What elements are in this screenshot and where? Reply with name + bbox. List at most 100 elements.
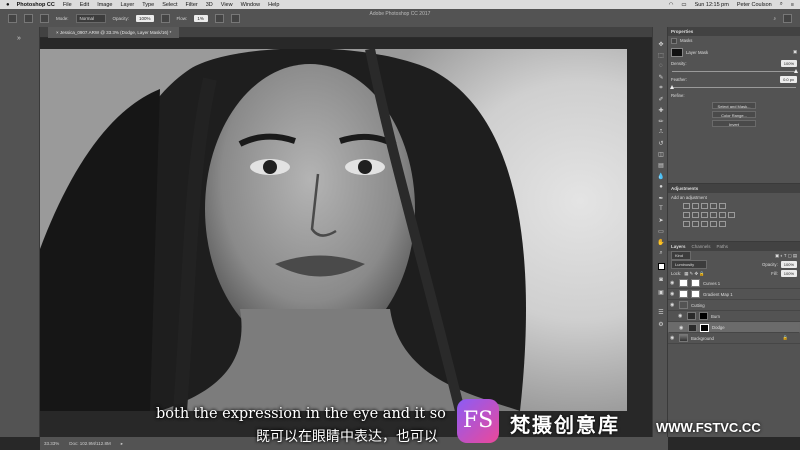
foreground-color-swatch[interactable]: [656, 263, 666, 271]
posterize-icon[interactable]: [692, 221, 699, 227]
move-tool-icon[interactable]: ✥: [656, 41, 666, 49]
menu-layer[interactable]: Layer: [120, 2, 134, 8]
notifications-icon[interactable]: ≡: [791, 2, 794, 8]
adjustments-tab[interactable]: Adjustments: [668, 184, 800, 193]
menu-type[interactable]: Type: [142, 2, 154, 8]
clock[interactable]: Sun 12:15 pm: [695, 2, 729, 8]
fill-field[interactable]: 100%: [780, 270, 797, 277]
wifi-icon[interactable]: ◠: [669, 2, 674, 8]
brush-tool-icon[interactable]: ✏: [656, 118, 666, 126]
menu-window[interactable]: Window: [241, 2, 261, 8]
vibrance-icon[interactable]: [719, 203, 726, 209]
visibility-eye-icon[interactable]: ◉: [670, 280, 676, 286]
flow-field[interactable]: 1%: [194, 14, 209, 22]
density-field[interactable]: 100%: [780, 60, 797, 67]
blend-mode-select[interactable]: Luminosity: [671, 260, 707, 269]
visibility-eye-icon[interactable]: ◉: [678, 313, 684, 319]
hand-tool-icon[interactable]: ✋: [656, 239, 666, 247]
layer-row-cutting[interactable]: ◉ Cutting: [668, 300, 800, 311]
layer-mask-thumb[interactable]: [691, 279, 700, 287]
pen-tool-icon[interactable]: ✒: [656, 195, 666, 203]
opacity-field[interactable]: 100%: [136, 14, 154, 22]
layer-opacity-field[interactable]: 100%: [780, 261, 797, 268]
lock-icons[interactable]: ▦ ✎ ✥ 🔒: [684, 271, 704, 277]
invert-button[interactable]: Invert: [712, 120, 756, 127]
gradient-tool-icon[interactable]: ▤: [656, 162, 666, 170]
color-range-button[interactable]: Color Range...: [712, 111, 756, 118]
quick-mask-icon[interactable]: ◙: [656, 277, 666, 285]
dodge-tool-preset-icon[interactable]: [8, 13, 17, 23]
pressure-opacity-icon[interactable]: [160, 13, 170, 23]
brush-panel-icon[interactable]: [40, 13, 49, 23]
threshold-icon[interactable]: [701, 221, 708, 227]
menu-help[interactable]: Help: [268, 2, 279, 8]
layer-mask-thumb[interactable]: [699, 312, 708, 320]
screen-mode-icon[interactable]: ▣: [656, 289, 666, 297]
doc-info[interactable]: Doc: 102.9M/112.8M: [69, 441, 110, 446]
menu-3d[interactable]: 3D: [206, 2, 213, 8]
spotlight-icon[interactable]: ⌕: [780, 1, 783, 8]
shape-tool-icon[interactable]: ▭: [656, 228, 666, 236]
visibility-eye-icon[interactable]: ◉: [679, 325, 685, 331]
exposure-icon[interactable]: [710, 203, 717, 209]
layer-row-gradient-map[interactable]: ◉ Gradient Map 1: [668, 289, 800, 300]
pressure-size-icon[interactable]: [231, 13, 241, 23]
layer-row-background[interactable]: ◉ Background 🔒: [668, 333, 800, 344]
type-tool-icon[interactable]: T: [656, 206, 666, 214]
menu-file[interactable]: File: [63, 2, 72, 8]
apple-icon[interactable]: ●: [6, 2, 10, 8]
visibility-eye-icon[interactable]: ◉: [670, 291, 676, 297]
menu-select[interactable]: Select: [162, 2, 177, 8]
select-and-mask-button[interactable]: Select and Mask...: [712, 102, 756, 109]
density-knob[interactable]: [794, 69, 798, 73]
lookup-icon[interactable]: [728, 212, 735, 218]
history-brush-tool-icon[interactable]: ↺: [656, 140, 666, 148]
user-name[interactable]: Peter Coulson: [737, 2, 772, 8]
document-tab[interactable]: × Jessica_0907.ARW @ 33.3% (Dodge, Layer…: [48, 27, 180, 38]
menu-filter[interactable]: Filter: [185, 2, 197, 8]
menu-edit[interactable]: Edit: [80, 2, 89, 8]
channel-mixer-icon[interactable]: [719, 212, 726, 218]
color-balance-icon[interactable]: [692, 212, 699, 218]
menu-app-name[interactable]: Photoshop CC: [17, 2, 55, 8]
selective-color-icon[interactable]: [719, 221, 726, 227]
tab-paths[interactable]: Paths: [717, 242, 729, 251]
status-arrow-icon[interactable]: ▸: [121, 441, 123, 447]
invert-adj-icon[interactable]: [683, 221, 690, 227]
visibility-eye-icon[interactable]: ◉: [670, 302, 676, 308]
menu-view[interactable]: View: [221, 2, 233, 8]
menu-image[interactable]: Image: [97, 2, 112, 8]
clone-stamp-tool-icon[interactable]: ⎍: [656, 129, 666, 137]
hue-icon[interactable]: [683, 212, 690, 218]
zoom-tool-icon[interactable]: ⌕: [656, 250, 666, 258]
panel-icon-1[interactable]: ☰: [656, 309, 666, 317]
battery-icon[interactable]: ▭: [681, 2, 686, 8]
gradient-map-icon[interactable]: [710, 221, 717, 227]
feather-knob[interactable]: [670, 85, 674, 89]
filter-kind-select[interactable]: Kind: [671, 251, 691, 260]
crop-tool-icon[interactable]: ⌗: [656, 85, 666, 93]
lasso-tool-icon[interactable]: ◌: [656, 63, 666, 71]
feather-slider[interactable]: [670, 85, 796, 89]
layer-row-curves[interactable]: ◉ Curves 1: [668, 278, 800, 289]
panel-icon-2[interactable]: ⚙: [656, 321, 666, 329]
collapse-icon[interactable]: »: [14, 35, 24, 43]
photo-filter-icon[interactable]: [710, 212, 717, 218]
levels-icon[interactable]: [692, 203, 699, 209]
eyedropper-tool-icon[interactable]: ✐: [656, 96, 666, 104]
dodge-tool-icon[interactable]: ●: [656, 184, 666, 192]
search-icon[interactable]: ⌕: [773, 16, 776, 21]
workspace-icon[interactable]: [783, 13, 792, 23]
layer-row-dodge[interactable]: ◉ Dodge: [668, 322, 800, 333]
layer-mask-thumb[interactable]: [691, 290, 700, 298]
tab-channels[interactable]: Channels: [692, 242, 711, 251]
portrait-photo[interactable]: [40, 49, 627, 411]
pixel-mask-icon[interactable]: [671, 37, 677, 44]
mask-options-icon[interactable]: ▣: [793, 49, 797, 55]
black-white-icon[interactable]: [701, 212, 708, 218]
quick-select-tool-icon[interactable]: ✎: [656, 74, 666, 82]
filter-icons[interactable]: ▣ ◐ T ▢ ▤: [775, 253, 797, 259]
density-slider[interactable]: [672, 69, 798, 73]
brush-preset-icon[interactable]: [24, 13, 33, 23]
feather-field[interactable]: 0.0 px: [780, 76, 797, 83]
